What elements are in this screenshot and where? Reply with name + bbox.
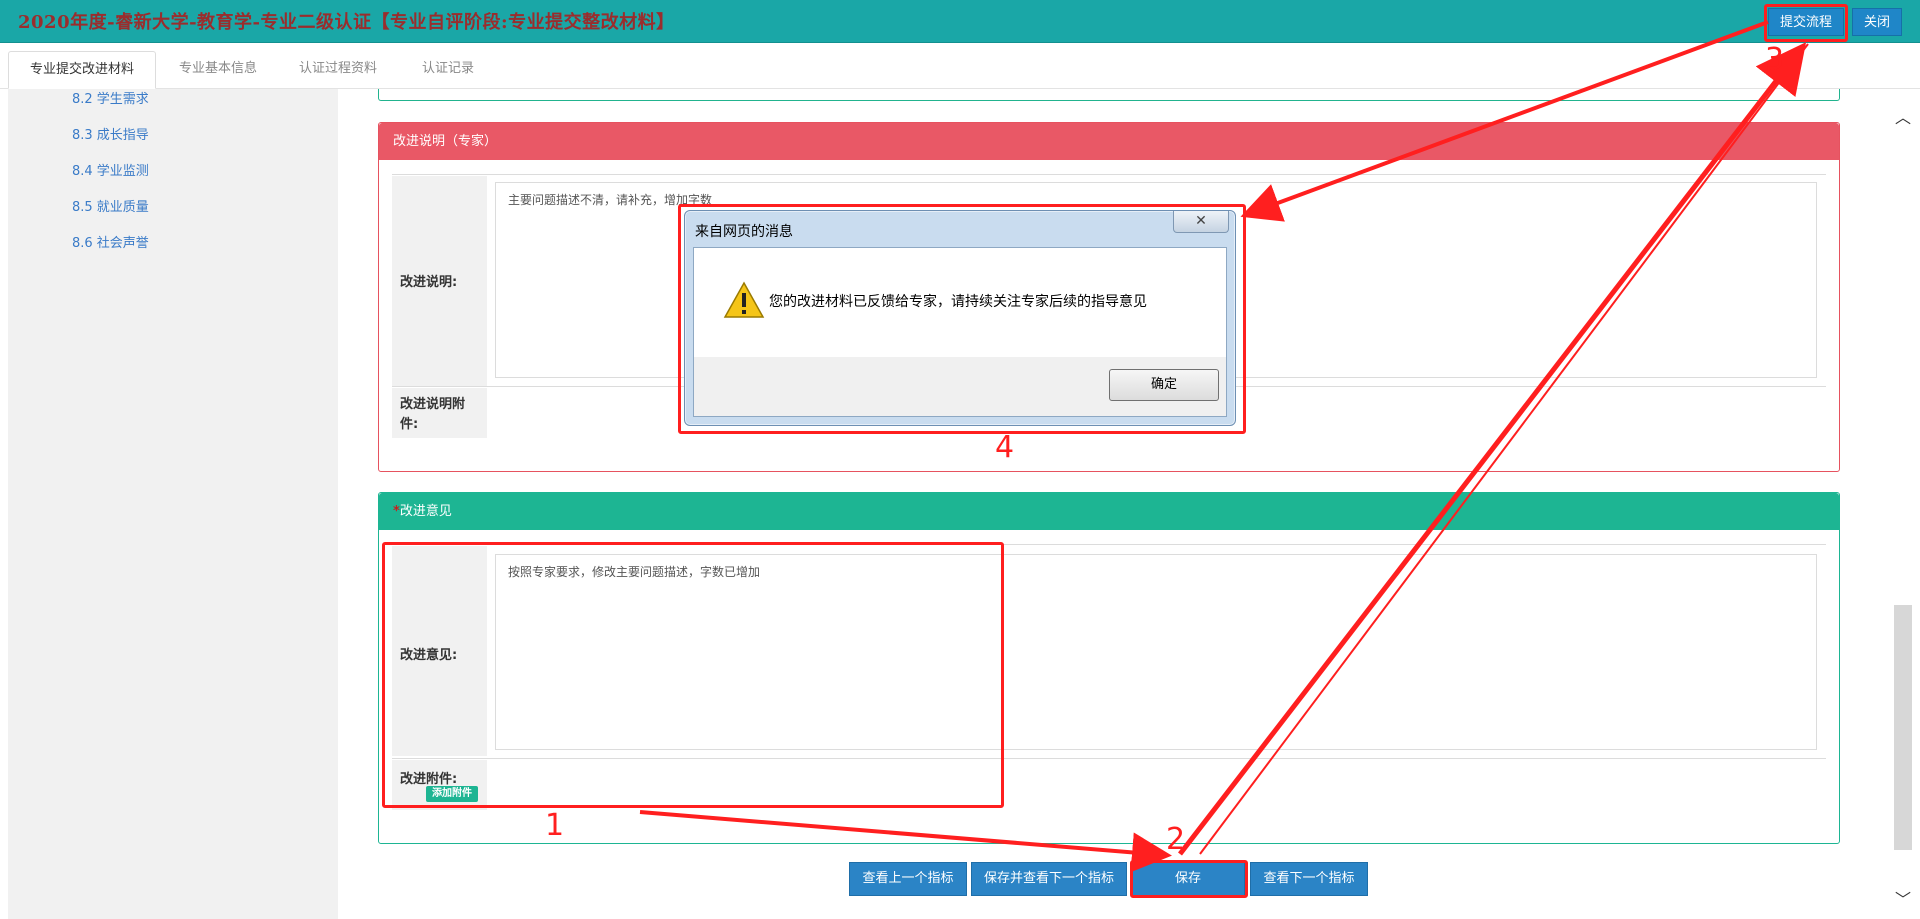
sidebar-item-8-4[interactable]: 8.4 学业监测 (72, 160, 149, 179)
expert-attach-label: 改进说明附件: (392, 388, 487, 438)
previous-panel-edge (378, 89, 1840, 101)
sidebar-item-8-3[interactable]: 8.3 成长指导 (72, 124, 149, 143)
sidebar-item-8-2[interactable]: 8.2 学生需求 (72, 88, 149, 107)
close-button[interactable]: 关闭 (1852, 8, 1902, 36)
annotation-number-2: 2 (1166, 822, 1186, 857)
page-title: 2020年度-睿新大学-教育学-专业二级认证【专业自评阶段:专业提交整改材料】 (18, 12, 675, 33)
annotation-number-3: 3 (1765, 42, 1785, 77)
annotation-box-4 (678, 204, 1246, 434)
tab-records[interactable]: 认证记录 (408, 51, 488, 89)
divider (392, 174, 1826, 175)
annotation-box-1 (382, 542, 1004, 808)
annotation-box-3 (1764, 4, 1848, 42)
expert-desc-label: 改进说明: (392, 176, 487, 386)
scroll-down-icon[interactable]: ﹀ (1892, 886, 1914, 909)
annotation-number-4: 4 (995, 430, 1015, 465)
sidebar (8, 89, 338, 919)
sidebar-item-8-6[interactable]: 8.6 社会声誉 (72, 232, 149, 251)
next-indicator-button[interactable]: 查看下一个指标 (1250, 862, 1368, 896)
annotation-box-2 (1130, 860, 1248, 898)
sidebar-item-8-5[interactable]: 8.5 就业质量 (72, 196, 149, 215)
required-mark: * (393, 504, 400, 519)
top-bar: 2020年度-睿新大学-教育学-专业二级认证【专业自评阶段:专业提交整改材料】 … (0, 0, 1920, 43)
save-and-next-button[interactable]: 保存并查看下一个指标 (971, 862, 1127, 896)
scrollbar-thumb[interactable] (1894, 605, 1912, 850)
annotation-number-1: 1 (545, 808, 565, 843)
tab-bar: 专业提交改进材料 专业基本信息 认证过程资料 认证记录 (0, 43, 1920, 89)
tab-basic-info[interactable]: 专业基本信息 (168, 51, 268, 89)
scroll-up-icon[interactable]: ︿ (1892, 104, 1914, 127)
prev-indicator-button[interactable]: 查看上一个指标 (849, 862, 967, 896)
opinion-panel-title: *改进意见 (379, 493, 1839, 530)
expert-panel-title: 改进说明（专家） (379, 123, 1839, 160)
tab-process-materials[interactable]: 认证过程资料 (288, 51, 388, 89)
tab-submit-improvement[interactable]: 专业提交改进材料 (8, 51, 156, 89)
